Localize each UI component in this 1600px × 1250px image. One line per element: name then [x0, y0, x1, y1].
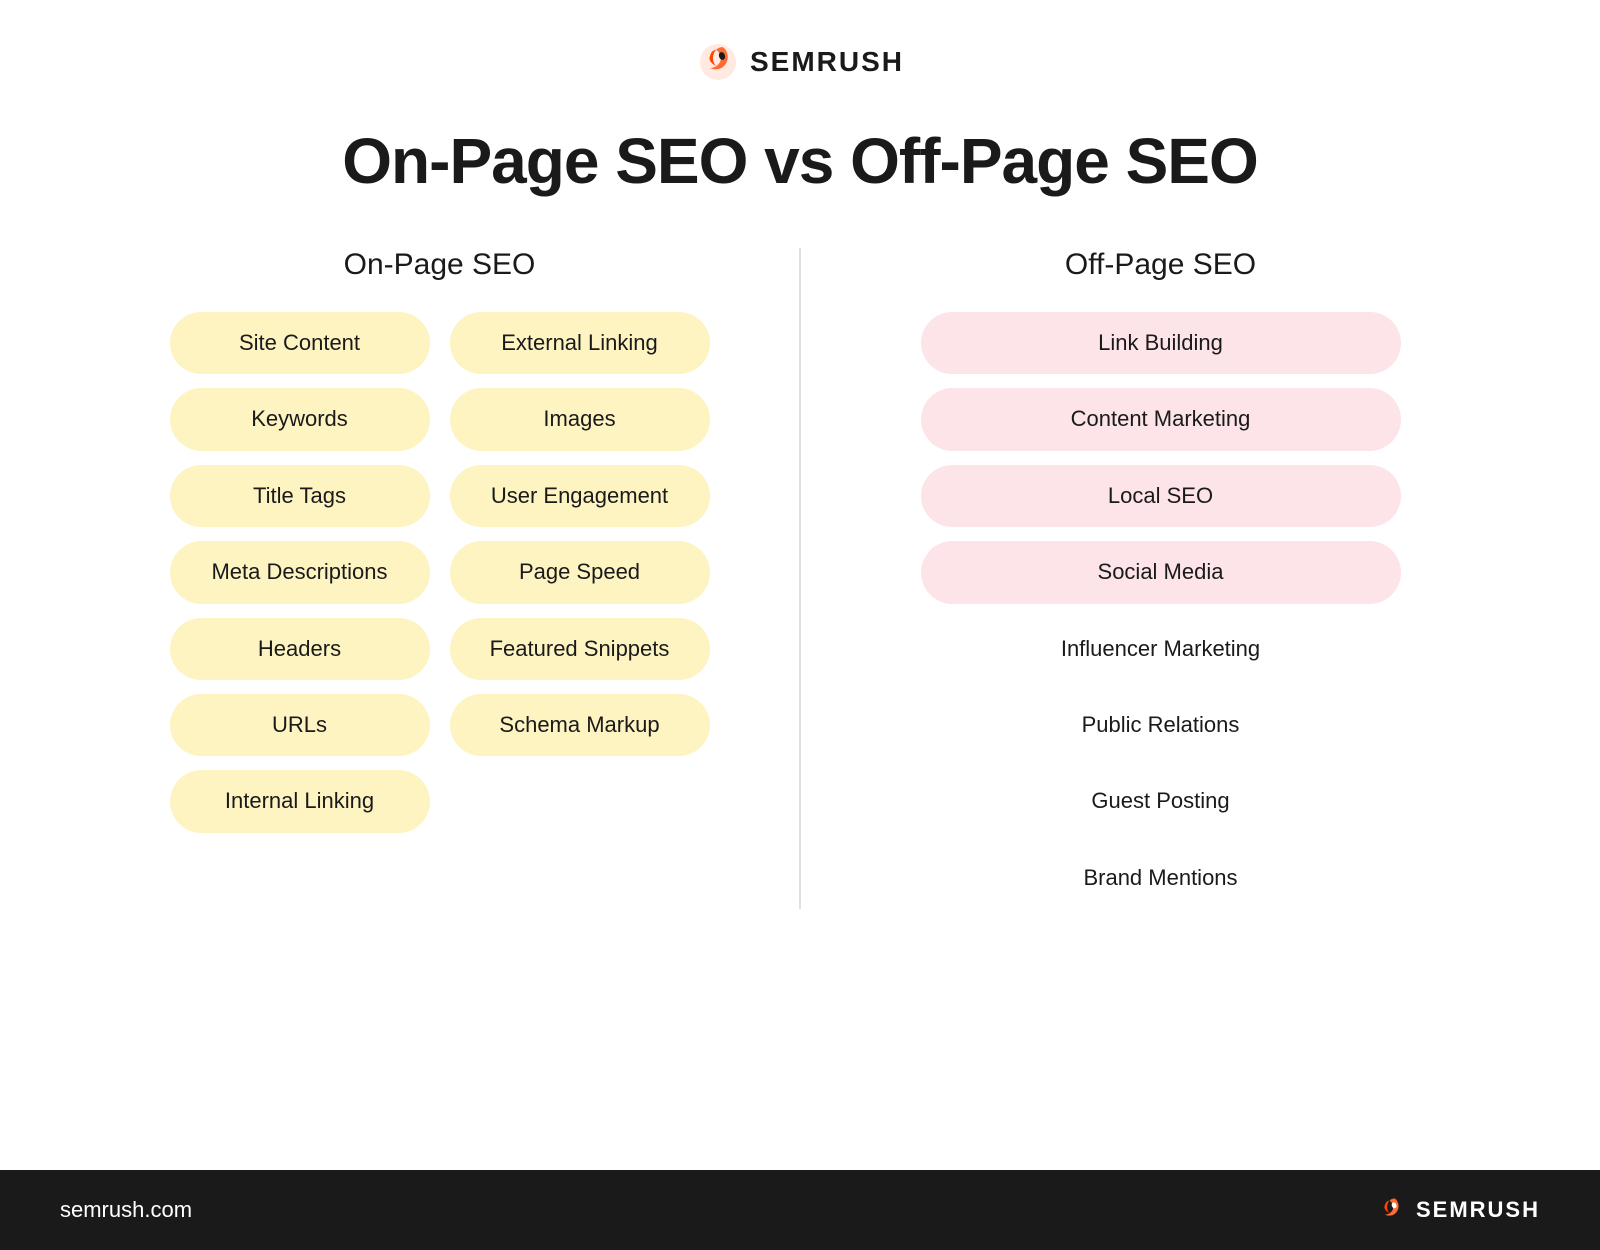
off-page-list-item: Social Media [921, 541, 1401, 603]
on-page-col1-item: Site Content [170, 312, 430, 374]
on-page-col1-item: Keywords [170, 388, 430, 450]
on-page-col2: External Linking Images User Engagement Pag… [450, 312, 710, 833]
off-page-list-item: Guest Posting [921, 770, 1401, 832]
page-title: On-Page SEO vs Off-Page SEO [342, 124, 1257, 198]
off-page-list-item: Influencer Marketing [921, 618, 1401, 680]
columns-wrapper: On-Page SEO Site Content Keywords Title Ta… [100, 248, 1500, 909]
on-page-inner: Site Content Keywords Title Tags Meta Descr… [100, 312, 779, 833]
on-page-col2-item: Schema Markup [450, 694, 710, 756]
off-page-list-item: Public Relations [921, 694, 1401, 756]
off-page-list-item: Content Marketing [921, 388, 1401, 450]
footer: semrush.com SEMRUSH [0, 1170, 1600, 1250]
off-page-list: Link Building Content Marketing Local SEO S… [821, 312, 1500, 909]
on-page-col2-item: Images [450, 388, 710, 450]
on-page-col1-item: Title Tags [170, 465, 430, 527]
on-page-column-header: On-Page SEO [344, 248, 536, 282]
footer-logo-text: SEMRUSH [1416, 1197, 1540, 1223]
on-page-col1-item: Meta Descriptions [170, 541, 430, 603]
footer-logo: SEMRUSH [1374, 1193, 1540, 1227]
logo-text: SEMRUSH [750, 46, 904, 78]
off-page-list-item: Link Building [921, 312, 1401, 374]
footer-url: semrush.com [60, 1197, 192, 1223]
semrush-logo-icon [696, 40, 740, 84]
off-page-list-item: Local SEO [921, 465, 1401, 527]
logo-area: SEMRUSH [696, 40, 904, 84]
on-page-col1: Site Content Keywords Title Tags Meta Descr… [170, 312, 430, 833]
column-divider [799, 248, 801, 909]
on-page-col1-item: URLs [170, 694, 430, 756]
on-page-col2-item: Page Speed [450, 541, 710, 603]
off-page-list-item: Brand Mentions [921, 847, 1401, 909]
off-page-column: Off-Page SEO Link Building Content Market… [821, 248, 1500, 909]
on-page-column: On-Page SEO Site Content Keywords Title Ta… [100, 248, 779, 909]
on-page-col2-item: User Engagement [450, 465, 710, 527]
on-page-col1-item: Headers [170, 618, 430, 680]
on-page-col2-item: External Linking [450, 312, 710, 374]
on-page-col1-item: Internal Linking [170, 770, 430, 832]
on-page-col2-item: Featured Snippets [450, 618, 710, 680]
off-page-column-header: Off-Page SEO [1065, 248, 1256, 282]
footer-logo-icon [1374, 1193, 1408, 1227]
